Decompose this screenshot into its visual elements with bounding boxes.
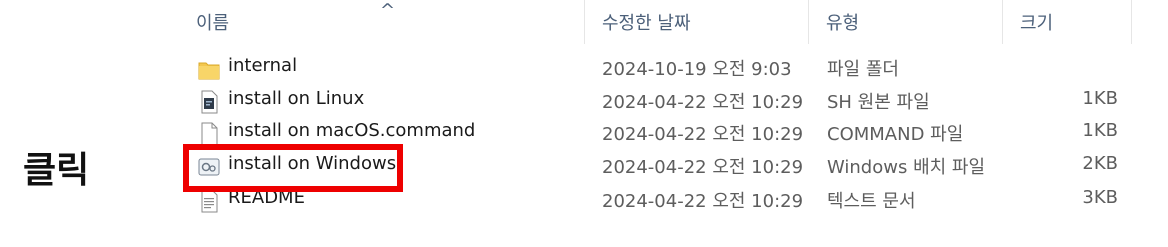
file-size: 1KB: [1082, 88, 1118, 109]
file-size: 3KB: [1082, 187, 1118, 208]
file-name: internal: [228, 55, 298, 76]
click-instruction-label: 클릭: [23, 150, 90, 191]
file-row-install-on-linux[interactable]: install on Linux 2024-04-22 오전 10:29 SH …: [195, 86, 1130, 116]
blank-file-icon: [198, 122, 220, 146]
folder-icon: [198, 57, 220, 81]
column-header-size[interactable]: 크기: [1008, 0, 1132, 44]
file-type: SH 원본 파일: [827, 92, 930, 113]
column-header-type-label: 유형: [826, 13, 860, 34]
column-header-name-label: 이름: [196, 13, 230, 34]
column-header-date-label: 수정한 날짜: [602, 13, 691, 34]
click-target-highlight-box: [183, 144, 403, 192]
file-type: Windows 배치 파일: [827, 157, 986, 178]
file-name: install on Linux: [228, 88, 365, 109]
text-file-icon: [198, 189, 220, 213]
file-date: 2024-10-19 오전 9:03: [602, 59, 792, 80]
file-type: 텍스트 문서: [827, 191, 916, 212]
sort-ascending-icon: ^: [380, 0, 396, 21]
file-size: 1KB: [1082, 120, 1118, 141]
script-file-icon: [198, 90, 220, 114]
file-type: 파일 폴더: [827, 59, 899, 80]
file-date: 2024-04-22 오전 10:29: [602, 124, 804, 145]
column-header-type[interactable]: 유형: [814, 0, 1003, 44]
column-header-size-label: 크기: [1020, 13, 1054, 34]
file-date: 2024-04-22 오전 10:29: [602, 191, 804, 212]
file-name: install on macOS.command: [228, 120, 476, 141]
file-type: COMMAND 파일: [827, 124, 964, 145]
file-date: 2024-04-22 오전 10:29: [602, 157, 804, 178]
file-row-internal[interactable]: internal 2024-10-19 오전 9:03 파일 폴더: [195, 53, 1130, 83]
file-size: 2KB: [1082, 153, 1118, 174]
file-date: 2024-04-22 오전 10:29: [602, 92, 804, 113]
column-header-date[interactable]: 수정한 날짜: [590, 0, 809, 44]
